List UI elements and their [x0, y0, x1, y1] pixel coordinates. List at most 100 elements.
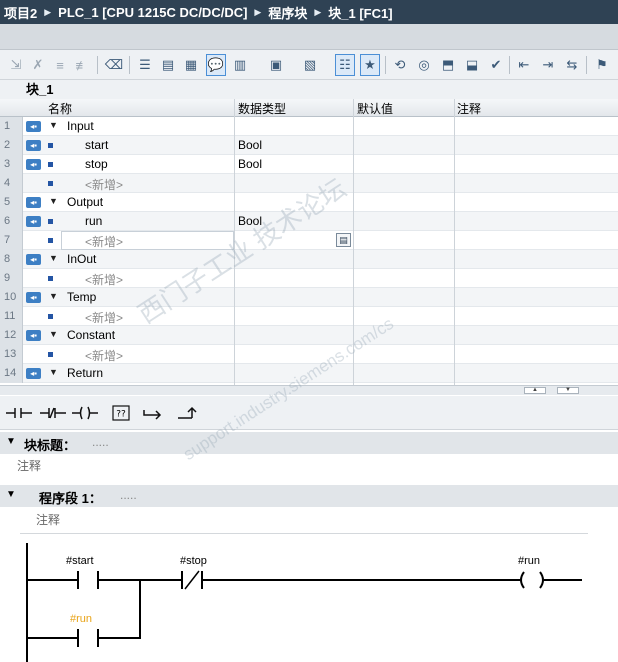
network-comment[interactable]: 注释 [36, 511, 60, 528]
breadcrumb-plc[interactable]: PLC_1 [CPU 1215C DC/DC/DC] [58, 5, 247, 20]
row-number[interactable]: 13 [0, 345, 23, 364]
comments-icon[interactable]: 💬 [206, 54, 226, 76]
network-overview-icon[interactable]: ▥ [230, 54, 250, 76]
contact-stop-operand[interactable]: #stop [180, 555, 207, 567]
tag-name[interactable]: InOut [67, 252, 96, 266]
indent-left-icon[interactable]: ⇤ [514, 54, 534, 76]
delete-row-icon[interactable]: ✗ [28, 54, 48, 76]
row-number[interactable]: 11 [0, 307, 23, 326]
table-row[interactable]: 6 ◂▪ run Bool [0, 212, 618, 231]
table-row[interactable]: 13 <新增> [0, 345, 618, 364]
contact-start-operand[interactable]: #start [66, 555, 94, 567]
table-row[interactable]: 7 ▤ <新增> [0, 231, 618, 250]
expand-down-icon[interactable]: ▼ [557, 387, 579, 394]
go-online-icon[interactable]: ⟲ [390, 54, 410, 76]
row-number[interactable]: 9 [0, 269, 23, 288]
tag-name[interactable]: Constant [67, 328, 115, 342]
row-number[interactable]: 12 [0, 326, 23, 345]
network-title-bar[interactable]: ▼ 程序段 1： ..... [0, 485, 618, 507]
row-number[interactable]: 4 [0, 174, 23, 193]
add-new-placeholder[interactable]: <新增> [85, 309, 123, 326]
row-number[interactable]: 14 [0, 364, 23, 383]
table-row[interactable]: 3 ◂▪ stop Bool [0, 155, 618, 174]
datatype-picker-icon[interactable]: ▤ [336, 233, 351, 247]
column-header-datatype[interactable]: 数据类型 [238, 100, 286, 117]
table-row[interactable]: 5 ◂▪ ▼ Output [0, 193, 618, 212]
delete-network-icon[interactable]: ≢ [72, 54, 92, 76]
open-branch-icon[interactable] [140, 403, 170, 423]
ladder-network[interactable]: #start #stop #run #run [0, 538, 618, 662]
block-comment[interactable]: 注释 [17, 457, 41, 474]
tag-name[interactable]: Return [67, 366, 103, 380]
table-row[interactable]: 14 ◂▪ ▼ Return [0, 364, 618, 383]
row-number[interactable]: 10 [0, 288, 23, 307]
download-icon[interactable]: ⬒ [438, 54, 458, 76]
row-number[interactable]: 7 [0, 231, 23, 250]
tag-datatype[interactable]: Bool [238, 214, 262, 228]
coil-icon[interactable] [70, 403, 100, 423]
add-new-placeholder[interactable]: <新增> [85, 271, 123, 288]
row-number[interactable]: 2 [0, 136, 23, 155]
tag-name[interactable]: Input [67, 119, 94, 133]
breadcrumb-program-blocks[interactable]: 程序块 [268, 3, 307, 22]
add-new-placeholder[interactable]: <新增> [85, 233, 123, 250]
table-row[interactable]: 4 <新增> [0, 174, 618, 193]
table-row[interactable]: 12 ◂▪ ▼ Constant [0, 326, 618, 345]
add-new-placeholder[interactable]: <新增> [85, 176, 123, 193]
nc-contact-icon[interactable] [38, 403, 68, 423]
breadcrumb-block[interactable]: 块_1 [FC1] [328, 3, 392, 22]
table-row[interactable]: 1 ◂▪ ▼ Input [0, 117, 618, 136]
row-number[interactable]: 6 [0, 212, 23, 231]
block-interface-icon[interactable]: ▤ [158, 54, 178, 76]
column-header-comment[interactable]: 注释 [457, 100, 481, 117]
block-title-input[interactable]: ..... [92, 435, 109, 449]
absolute-operands-icon[interactable]: ▦ [181, 54, 201, 76]
parallel-run-operand[interactable]: #run [70, 613, 92, 625]
table-row[interactable]: 11 <新增> [0, 307, 618, 326]
network-comment-area[interactable]: 注释 [20, 508, 588, 534]
collapse-caret-icon[interactable]: ▼ [6, 489, 16, 500]
collapse-caret-icon[interactable]: ▼ [6, 436, 16, 447]
list-view-icon[interactable]: ☰ [135, 54, 155, 76]
network-title-input[interactable]: ..... [120, 488, 137, 502]
table-row[interactable]: 9 <新增> [0, 269, 618, 288]
monitor-icon[interactable]: ◎ [414, 54, 434, 76]
tag-name[interactable]: start [85, 138, 108, 152]
expand-caret-icon[interactable]: ▼ [49, 196, 58, 206]
tag-datatype[interactable]: Bool [238, 138, 262, 152]
expand-caret-icon[interactable]: ▼ [49, 329, 58, 339]
no-contact-icon[interactable] [4, 403, 34, 423]
column-header-default[interactable]: 默认值 [357, 100, 393, 117]
breadcrumb-project[interactable]: 项目2 [4, 3, 37, 22]
tag-name[interactable]: Output [67, 195, 103, 209]
close-branch-icon[interactable] [174, 403, 204, 423]
collapse-up-icon[interactable]: ▲ [524, 387, 546, 394]
row-number[interactable]: 1 [0, 117, 23, 136]
favorites-list-icon[interactable]: ☷ [335, 54, 355, 76]
favorites-star-icon[interactable]: ★ [360, 54, 380, 76]
tag-name[interactable]: run [85, 214, 102, 228]
expand-caret-icon[interactable]: ▼ [49, 120, 58, 130]
force-icon[interactable]: ⬓ [462, 54, 482, 76]
row-number[interactable]: 5 [0, 193, 23, 212]
pane-splitter[interactable]: ▲ ▼ [0, 385, 618, 395]
insert-network-icon[interactable]: ≡ [50, 54, 70, 76]
expand-caret-icon[interactable]: ▼ [49, 291, 58, 301]
row-number[interactable]: 8 [0, 250, 23, 269]
expand-caret-icon[interactable]: ▼ [49, 253, 58, 263]
monitor-block-icon[interactable]: ⚑ [592, 54, 612, 76]
coil-run-operand[interactable]: #run [518, 555, 540, 567]
expand-caret-icon[interactable]: ▼ [49, 367, 58, 377]
empty-box-icon[interactable]: ?? [106, 403, 136, 423]
add-new-placeholder[interactable]: <新增> [85, 347, 123, 364]
table-row[interactable]: 10 ◂▪ ▼ Temp [0, 288, 618, 307]
tag-datatype[interactable]: Bool [238, 157, 262, 171]
tag-name[interactable]: stop [85, 157, 108, 171]
block-comment-area[interactable]: 注释 [0, 454, 618, 478]
check-icon[interactable]: ✔ [486, 54, 506, 76]
column-header-name[interactable]: 名称 [48, 100, 72, 117]
block-title-bar[interactable]: ▼ 块标题： ..... [0, 432, 618, 454]
indent-icon[interactable]: ⇥ [538, 54, 558, 76]
tag-display-icon[interactable]: ▧ [300, 54, 320, 76]
tag-name[interactable]: Temp [67, 290, 96, 304]
